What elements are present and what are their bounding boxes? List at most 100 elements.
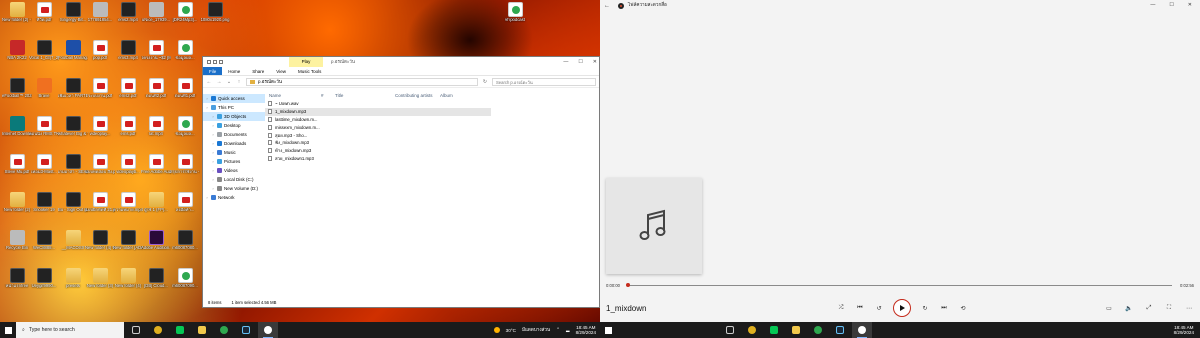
desktop-icon[interactable]: แบบฝึกหัดที่ 21.pdf [85,192,115,228]
desktop-icon[interactable]: ข้อมูลผล... [170,116,200,152]
file-row[interactable]: missexm_mixdown.m... [265,123,491,131]
desktop-icon[interactable]: Singergy-Bit... [58,2,88,38]
desktop-icon[interactable]: Football Manag... [58,40,88,76]
minimize-button[interactable]: — [1150,0,1155,11]
desktop-icon[interactable]: ems2.mp4 [113,2,143,38]
desktop-icon[interactable]: m60087080... [170,230,200,266]
expand-chevron-icon[interactable]: › [211,177,215,182]
desktop-icon[interactable]: lat.mp4 [141,116,171,152]
chrome-icon[interactable] [148,322,168,338]
desktop-icon[interactable]: m60087090... [170,268,200,304]
chrome-icon[interactable] [742,322,762,338]
expand-chevron-icon[interactable]: › [211,132,215,137]
task-view-button[interactable] [720,322,740,338]
desktop-icon[interactable]: สรุปการใช้งาน - big ass co... [170,154,200,190]
desktop-icon[interactable]: หน้าแรกfree [2,268,32,304]
desktop-icon[interactable]: ข้อมูลผล... [170,40,200,76]
skip-forward-icon[interactable]: ↻ [920,303,930,313]
expand-chevron-icon[interactable]: › [205,105,209,110]
desktop-icon[interactable]: [DR24Mp3]... [170,2,200,38]
nav-item[interactable]: › Documents [203,130,265,139]
task-view-button[interactable] [126,322,146,338]
desktop-icon[interactable]: ลงมือทำ... [170,192,200,228]
next-icon[interactable]: ⏭ [939,303,949,313]
column-artists[interactable]: Contributing artists [395,93,440,98]
start-button[interactable] [0,322,16,338]
nav-item[interactable]: › New Volume (D:) [203,184,265,193]
maximize-button[interactable]: ☐ [1169,0,1173,11]
desktop-icon[interactable]: ระบบงาน.pdf [85,78,115,114]
expand-chevron-icon[interactable]: › [211,141,215,146]
nav-item[interactable]: › Videos [203,166,265,175]
desktop-icon[interactable]: ความหมาย.mp4 [113,192,143,228]
desktop-icon[interactable]: uNice_17939... [141,2,171,38]
volume-icon[interactable]: 🔈 [1124,303,1134,313]
green-app-icon[interactable] [214,322,234,338]
desktop-icon[interactable]: Ueygif9990... [29,268,59,304]
desktop-icon[interactable]: New folder (2) - Shortcut [2,2,32,38]
seek-bar[interactable] [625,283,1173,287]
nav-item[interactable]: › Downloads [203,139,265,148]
expand-chevron-icon[interactable]: › [205,96,209,101]
repeat-icon[interactable]: ⟲ [958,303,968,313]
column-title[interactable]: Title [335,93,395,98]
media-player-icon[interactable] [258,322,278,338]
clock[interactable]: 18:45 AM 8/29/2024 [1174,325,1200,336]
desktop-icon[interactable]: ทีวีด.pdf [29,2,59,38]
desktop-icon[interactable]: Steve Mu.pdf [2,154,32,190]
file-row[interactable]: ~ Uown.wav [265,100,491,108]
start-button[interactable] [600,322,616,338]
file-row[interactable]: สวย_mixdown1.mp3 [265,155,491,163]
desktop-icon[interactable]: Snooker 19 [29,192,59,228]
desktop-icon[interactable]: Internet Downlo... [2,116,32,152]
fullscreen-icon[interactable]: ⛶ [1164,303,1174,313]
cast-icon[interactable]: ▭ [1104,303,1114,313]
expand-chevron-icon[interactable]: › [211,168,215,173]
green-app-icon[interactable] [808,322,828,338]
search-input[interactable]: Search p.อรณ์ตะวัน [492,77,596,86]
back-arrow-icon[interactable]: ← [206,79,212,85]
desktop-icon[interactable]: เกมอาสา - SEASON FR... [58,154,88,190]
desktop-icon[interactable]: New folder (2) [2,192,32,228]
desktop-icon[interactable]: WeC8888... [29,230,59,266]
file-explorer-icon[interactable] [786,322,806,338]
nav-item[interactable]: › Music [203,148,265,157]
line-icon[interactable] [764,322,784,338]
forward-arrow-icon[interactable]: → [216,79,222,85]
maximize-button[interactable]: ☐ [578,57,582,67]
minimize-button[interactable]: — [563,57,568,67]
play-context-tab[interactable]: Play [289,57,323,67]
desktop-icon[interactable]: New folder [ADAN / 10... [113,230,143,266]
desktop-icon[interactable]: ทำpodcast [500,2,530,38]
desktop-icon[interactable]: Recycle Bin [2,230,32,266]
tab-view[interactable]: View [270,67,292,75]
file-explorer-icon[interactable] [192,322,212,338]
file-row[interactable]: lasttime_mixdown.m... [265,116,491,124]
nav-item[interactable]: › 3D Objects [203,112,265,121]
previous-icon[interactable]: ⏮ [855,303,865,313]
desktop-icon[interactable]: New folder (4) [113,268,143,304]
desktop-icon[interactable]: videoplay... [85,116,115,152]
network-icon[interactable]: ▂ [566,327,570,333]
desktop-icon[interactable]: 1080x1920.png [200,2,230,38]
desktop-icon[interactable]: ตอนที่1.pdf [170,78,200,114]
desktop-icon[interactable]: __MACOSX [58,230,88,266]
weather-temp[interactable]: 30°C [506,328,516,333]
desktop-icon[interactable]: NBA 2K22 [2,40,32,76]
tab-music-tools[interactable]: Music Tools [292,67,327,75]
more-options-icon[interactable]: ⋯ [1184,303,1194,313]
tab-file[interactable]: File [203,67,223,75]
nav-item[interactable]: › Pictures [203,157,265,166]
file-row[interactable]: ฟัง_mixdown.mp3 [265,139,491,147]
recent-chevron-icon[interactable]: ⌄ [226,79,232,85]
desktop-icon[interactable]: ems2.pdf [113,78,143,114]
file-row[interactable]: 1_mixdown.mp3 [265,107,491,116]
close-button[interactable]: ✕ [593,57,597,67]
desktop-icon[interactable]: Adobe Audition... [141,230,171,266]
column-number[interactable]: # [321,93,335,98]
desktop-icon[interactable]: ems3.mp4 [113,40,143,76]
media-player-icon[interactable] [852,322,872,338]
quick-access-toolbar[interactable] [203,60,283,64]
miniplayer-icon[interactable]: ⤢ [1144,303,1154,313]
tab-home[interactable]: Home [222,67,246,75]
